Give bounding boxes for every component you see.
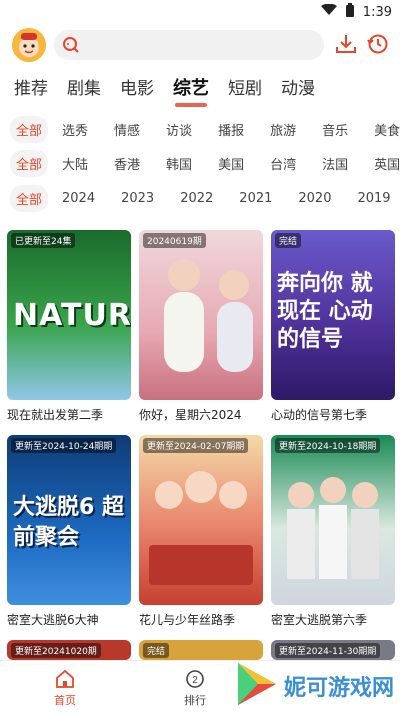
filter-chip[interactable]: 全部 (10, 149, 49, 177)
year-filter-row: 全部 2024 2023 2022 2021 2020 2019 2018 20… (0, 183, 400, 213)
tab-short-drama[interactable]: 短剧 (228, 74, 262, 104)
tab-recommend[interactable]: 推荐 (14, 74, 48, 104)
filter-chip[interactable]: 英国 (368, 150, 400, 177)
show-poster: 完结 (139, 640, 263, 660)
show-card[interactable]: 大逃脱6 超前聚会 更新至2024-10-24期期 密室大逃脱6大神 (7, 435, 131, 628)
show-poster: 大逃脱6 超前聚会 更新至2024-10-24期期 (7, 435, 131, 605)
tab-variety[interactable]: 综艺 (173, 74, 209, 107)
update-badge: 更新至2024-11-30期期 (275, 643, 381, 658)
show-card[interactable]: 奔向你 就现在 心动的信号 完结 心动的信号第七季 (271, 230, 395, 423)
update-badge: 20240619期 (143, 233, 206, 248)
show-title: 花儿与少年丝路季 (139, 613, 236, 627)
filter-chip[interactable]: 访谈 (160, 116, 198, 143)
tab-movie[interactable]: 电影 (120, 74, 154, 104)
show-title: 你好，星期六2024 (139, 408, 242, 422)
show-poster: 更新至2024-10-18期期 (271, 435, 395, 605)
update-badge: 已更新至24集 (11, 233, 76, 248)
tab-anime[interactable]: 动漫 (281, 74, 315, 104)
clock-text: 1:39 (362, 4, 392, 20)
update-badge: 更新至2024-10-18期期 (275, 438, 381, 453)
show-poster: 更新至20241020期 (7, 640, 131, 660)
filter-chip[interactable]: 韩国 (160, 150, 198, 177)
poster-text: 奔向你 就现在 心动的信号 (277, 271, 373, 352)
play-logo-icon (236, 661, 278, 711)
filter-chip[interactable]: 2022 (174, 187, 219, 210)
filter-chip[interactable]: 法国 (316, 150, 354, 177)
update-badge: 完结 (143, 643, 170, 658)
nav-home-label: 首页 (54, 694, 76, 707)
show-title: 心动的信号第七季 (271, 408, 368, 422)
svg-text:2: 2 (192, 675, 198, 686)
filter-chip[interactable]: 2023 (115, 187, 160, 210)
region-filter-row: 全部 大陆 香港 韩国 美国 台湾 法国 英国 日本 德国 (0, 148, 400, 178)
home-icon (35, 669, 95, 692)
filter-chip[interactable]: 香港 (108, 150, 146, 177)
status-bar: 1:39 (0, 0, 400, 24)
filter-chip[interactable]: 全部 (10, 184, 49, 212)
show-card[interactable]: 更新至2024-02-07期期 花儿与少年丝路季 (139, 435, 263, 628)
update-badge: 完结 (275, 233, 302, 248)
type-filter-row: 全部 选秀 情感 访谈 播报 旅游 音乐 美食 纪实 曲艺 (0, 114, 400, 144)
filter-chip[interactable]: 旅游 (264, 116, 302, 143)
show-poster: 更新至2024-02-07期期 (139, 435, 263, 605)
battery-icon (345, 3, 355, 21)
poster-text: NATURAL HIGH 在就出发 (13, 298, 131, 333)
show-card[interactable]: 完结 (139, 640, 263, 660)
history-icon[interactable] (366, 32, 392, 58)
show-poster: NATURAL HIGH 在就出发 已更新至24集 (7, 230, 131, 400)
show-title: 现在就出发第二季 (7, 408, 104, 422)
filter-chip[interactable]: 台湾 (264, 150, 302, 177)
app-logo-icon[interactable] (12, 28, 46, 62)
search-icon (62, 36, 80, 58)
show-poster: 20240619期 (139, 230, 263, 400)
nav-rank[interactable]: 2 排行 (165, 669, 225, 708)
show-card[interactable]: 更新至2024-10-18期期 密室大逃脱第六季 (271, 435, 395, 628)
watermark-text: 妮可游戏网 (283, 676, 394, 701)
update-badge: 更新至2024-10-24期期 (11, 438, 117, 453)
watermark: 妮可游戏网 (236, 660, 394, 712)
filter-chip[interactable]: 全部 (10, 115, 49, 143)
poster-text: 大逃脱6 超前聚会 (13, 495, 124, 550)
top-bar (0, 28, 400, 64)
nav-home[interactable]: 首页 (35, 669, 95, 708)
search-input[interactable] (54, 30, 324, 60)
show-title: 密室大逃脱第六季 (271, 613, 368, 627)
show-poster: 奔向你 就现在 心动的信号 完结 (271, 230, 395, 400)
show-card[interactable]: 更新至20241020期 (7, 640, 131, 660)
filter-chip[interactable]: 大陆 (56, 150, 94, 177)
filter-chip[interactable]: 2021 (233, 187, 278, 210)
filter-chip[interactable]: 美食 (368, 116, 400, 143)
filter-chip[interactable]: 美国 (212, 150, 250, 177)
download-icon[interactable] (334, 32, 360, 58)
tab-series[interactable]: 剧集 (67, 74, 101, 104)
filter-chip[interactable]: 播报 (212, 116, 250, 143)
update-badge: 更新至20241020期 (11, 643, 101, 658)
filter-chip[interactable]: 情感 (108, 116, 146, 143)
filter-chip[interactable]: 2024 (56, 187, 101, 210)
filter-chip[interactable]: 2020 (292, 187, 337, 210)
rank-icon: 2 (165, 669, 225, 692)
show-card[interactable]: 更新至2024-11-30期期 (271, 640, 395, 660)
show-poster: 更新至2024-11-30期期 (271, 640, 395, 660)
nav-rank-label: 排行 (184, 694, 206, 707)
show-title: 密室大逃脱6大神 (7, 613, 99, 627)
show-card[interactable]: 20240619期 你好，星期六2024 (139, 230, 263, 423)
filter-chip[interactable]: 音乐 (316, 116, 354, 143)
wifi-icon (320, 3, 337, 20)
show-card[interactable]: NATURAL HIGH 在就出发 已更新至24集 现在就出发第二季 (7, 230, 131, 423)
category-tabs: 推荐 剧集 电影 综艺 短剧 动漫 (0, 74, 400, 107)
filter-chip[interactable]: 选秀 (56, 116, 94, 143)
update-badge: 更新至2024-02-07期期 (143, 438, 249, 453)
filter-chip[interactable]: 2019 (351, 187, 396, 210)
